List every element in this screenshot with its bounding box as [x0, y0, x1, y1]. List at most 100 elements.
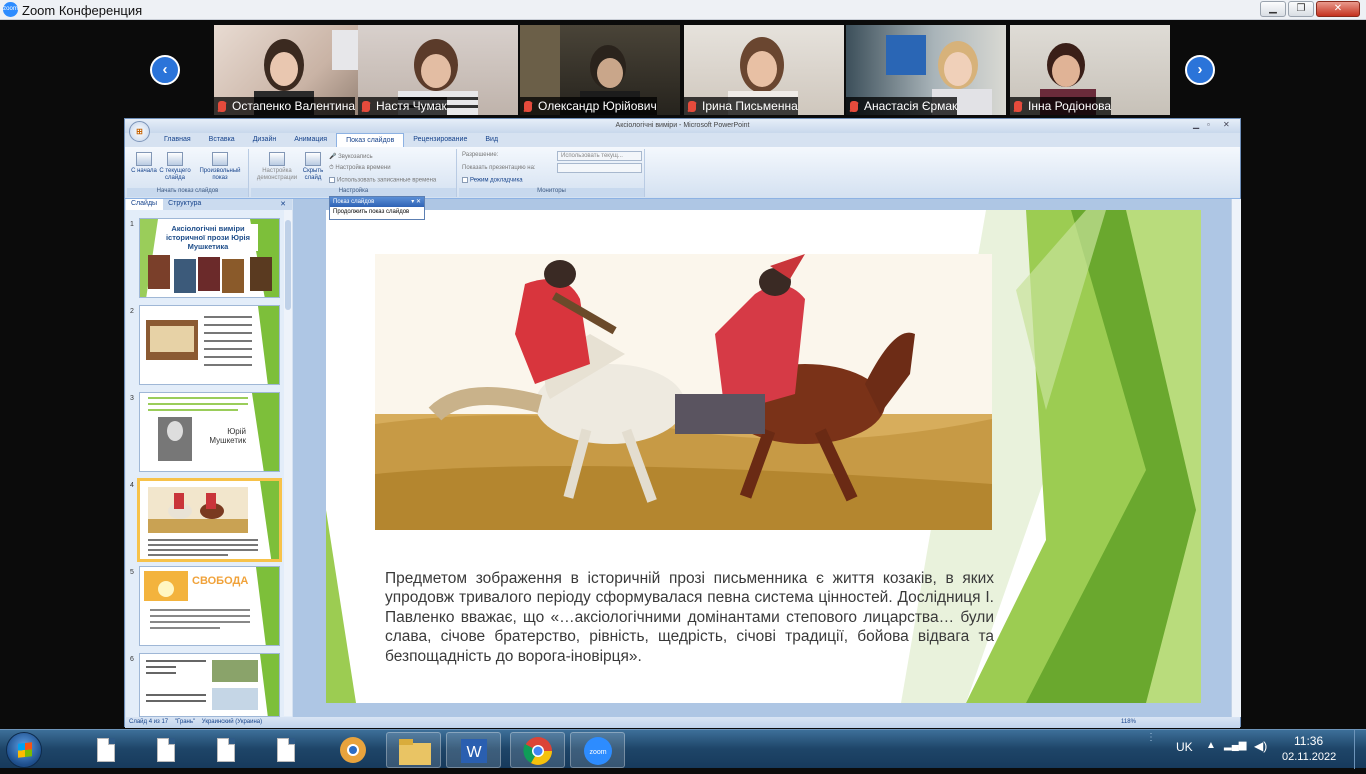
- slide-thumbnail[interactable]: СВОБОДА: [139, 566, 280, 646]
- powerpoint-window: Аксіологічні виміри - Microsoft PowerPoi…: [124, 118, 1241, 728]
- thumbnails-scrollbar[interactable]: [284, 210, 292, 716]
- pane-close-icon[interactable]: ✕: [275, 199, 292, 210]
- slide-counter: Слайд 4 из 17: [129, 719, 169, 725]
- participant-name: Олександр Юрійович: [520, 97, 657, 115]
- current-slide[interactable]: Предметом зображення в історичній прозі …: [326, 210, 1201, 703]
- painting-illustration: [375, 254, 992, 530]
- continue-slideshow-item[interactable]: Продолжить показ слайдов: [330, 207, 424, 217]
- show-desktop-button[interactable]: [1354, 730, 1366, 769]
- clock-icon: ⏱: [329, 165, 334, 171]
- clock-time[interactable]: 11:36: [1294, 734, 1323, 748]
- tab-home[interactable]: Главная: [155, 133, 200, 147]
- pp-close-button[interactable]: ✕: [1223, 120, 1230, 129]
- participant-tile[interactable]: Настя Чумак: [358, 25, 518, 115]
- pp-minimize-button[interactable]: ▁: [1193, 120, 1199, 129]
- slide-number: 5: [130, 569, 134, 576]
- taskbar-item-browser[interactable]: [326, 732, 381, 768]
- tab-animation[interactable]: Анимация: [285, 133, 336, 147]
- tab-view[interactable]: Вид: [476, 133, 507, 147]
- participant-tile[interactable]: Анастасія Єрмак: [846, 25, 1006, 115]
- participant-tile[interactable]: Олександр Юрійович: [520, 25, 680, 115]
- rehearse-timings-button[interactable]: ⏱ Настройка времени: [329, 165, 391, 172]
- record-narration-button[interactable]: 🎤 Звукозапись: [329, 153, 373, 160]
- from-current-button[interactable]: С текущего слайда: [159, 152, 191, 182]
- tab-insert[interactable]: Вставка: [200, 133, 244, 147]
- participant-name: Анастасія Єрмак: [846, 97, 958, 115]
- hide-slide-icon: [305, 152, 321, 166]
- taskbar-item-document[interactable]: [258, 732, 313, 768]
- thumb-painting: [148, 481, 279, 559]
- clock-date[interactable]: 02.11.2022: [1282, 751, 1336, 763]
- pane-tabs: Слайды Структура ✕: [126, 199, 292, 210]
- slide-editor: Предметом зображення в історичній прозі …: [293, 199, 1240, 717]
- show-on-label: Показать презентацию на:: [462, 165, 536, 171]
- group-caption: Мониторы: [459, 188, 644, 197]
- zoom-app-icon: zoom: [3, 2, 18, 17]
- slide-thumbnail[interactable]: Аксіологічні виміри історичної прози Юрі…: [139, 218, 280, 298]
- taskbar-item-word[interactable]: W: [446, 732, 501, 768]
- system-tray: ⋮ UK ▲ ▂▄▆ ◀) 11:36 02.11.2022: [1146, 730, 1366, 769]
- presenter-view-checkbox[interactable]: Режим докладчика: [462, 177, 523, 184]
- from-start-button[interactable]: С начала: [130, 152, 158, 175]
- minimize-button[interactable]: ▁: [1260, 1, 1286, 17]
- participant-name: Інна Родіонова: [1010, 97, 1112, 115]
- setup-show-button[interactable]: Настройка демонстрации: [255, 152, 299, 182]
- slideshow-current-icon: [167, 152, 183, 166]
- resolution-dropdown[interactable]: Использовать текущ...: [557, 151, 642, 161]
- thumb-caption: Юрій Мушкетик: [209, 427, 246, 445]
- zoom-level[interactable]: 118%: [1121, 717, 1136, 728]
- taskbar-item-explorer[interactable]: [386, 732, 441, 768]
- hide-slide-button[interactable]: Скрыть слайд: [299, 152, 327, 182]
- slide-thumbnail[interactable]: Юрій Мушкетик: [139, 392, 280, 472]
- muted-mic-icon: [850, 101, 858, 112]
- slide-thumbnail[interactable]: [139, 305, 280, 385]
- next-page-button[interactable]: ›: [1185, 55, 1215, 85]
- taskbar-item-chrome[interactable]: [510, 732, 565, 768]
- popup-header: Показ слайдов ▾ ✕: [330, 197, 424, 207]
- office-button[interactable]: ⊞: [129, 121, 150, 142]
- maximize-button[interactable]: ❐: [1288, 1, 1314, 17]
- slide-body-text: Предметом зображення в історичній прозі …: [385, 570, 994, 665]
- muted-mic-icon: [688, 101, 696, 112]
- cossacks-painting: [375, 254, 992, 530]
- windows-logo-icon: [18, 742, 32, 758]
- participant-tile[interactable]: Остапенко Валентина: [214, 25, 374, 115]
- pp-maximize-button[interactable]: ▫: [1207, 120, 1210, 129]
- slide-thumbnail-selected[interactable]: [137, 478, 282, 562]
- slide-number: 1: [130, 221, 134, 228]
- taskbar-item-document[interactable]: [198, 732, 253, 768]
- taskbar-item-document[interactable]: [138, 732, 193, 768]
- tab-review[interactable]: Рецензирование: [404, 133, 476, 147]
- slide-thumbnail[interactable]: [139, 653, 280, 717]
- show-on-dropdown[interactable]: [557, 163, 642, 173]
- language-indicator[interactable]: UK: [1176, 740, 1193, 754]
- use-timings-checkbox[interactable]: Использовать записанные времена: [329, 177, 436, 184]
- scrollbar-thumb[interactable]: [285, 220, 291, 310]
- participant-tile[interactable]: Інна Родіонова: [1010, 25, 1170, 115]
- start-button[interactable]: [6, 732, 42, 768]
- network-icon[interactable]: ▂▄▆: [1224, 740, 1246, 751]
- svg-text:zoom: zoom: [589, 749, 606, 756]
- document-icon: [97, 738, 115, 762]
- custom-show-button[interactable]: Произвольный показ: [195, 152, 245, 182]
- participant-tile[interactable]: Ірина Письменна: [684, 25, 844, 115]
- thumb-green-shapes: [146, 654, 279, 716]
- tab-slides[interactable]: Слайды: [126, 199, 164, 210]
- show-hidden-icons[interactable]: ▲: [1206, 740, 1216, 751]
- volume-icon[interactable]: ◀): [1254, 739, 1267, 753]
- slides-pane: Слайды Структура ✕ 1 Аксіологічні виміри і…: [126, 199, 292, 717]
- tab-slideshow[interactable]: Показ слайдов: [336, 133, 405, 147]
- slide-scrollbar[interactable]: [1231, 199, 1241, 717]
- taskbar-item-zoom[interactable]: zoom: [570, 732, 625, 768]
- popup-close-icon[interactable]: ▾ ✕: [411, 197, 424, 207]
- close-button[interactable]: ✕: [1316, 1, 1360, 17]
- prev-page-button[interactable]: ‹: [150, 55, 180, 85]
- participant-name: Остапенко Валентина: [214, 97, 356, 115]
- group-start-slideshow: С начала С текущего слайда Произвольный …: [127, 149, 249, 197]
- language-indicator[interactable]: Украинский (Украина): [202, 719, 262, 725]
- slide-number: 4: [130, 482, 134, 489]
- slideshow-start-icon: [136, 152, 152, 166]
- tab-outline[interactable]: Структура: [163, 199, 207, 210]
- tab-design[interactable]: Дизайн: [244, 133, 286, 147]
- taskbar-item-document[interactable]: [78, 732, 133, 768]
